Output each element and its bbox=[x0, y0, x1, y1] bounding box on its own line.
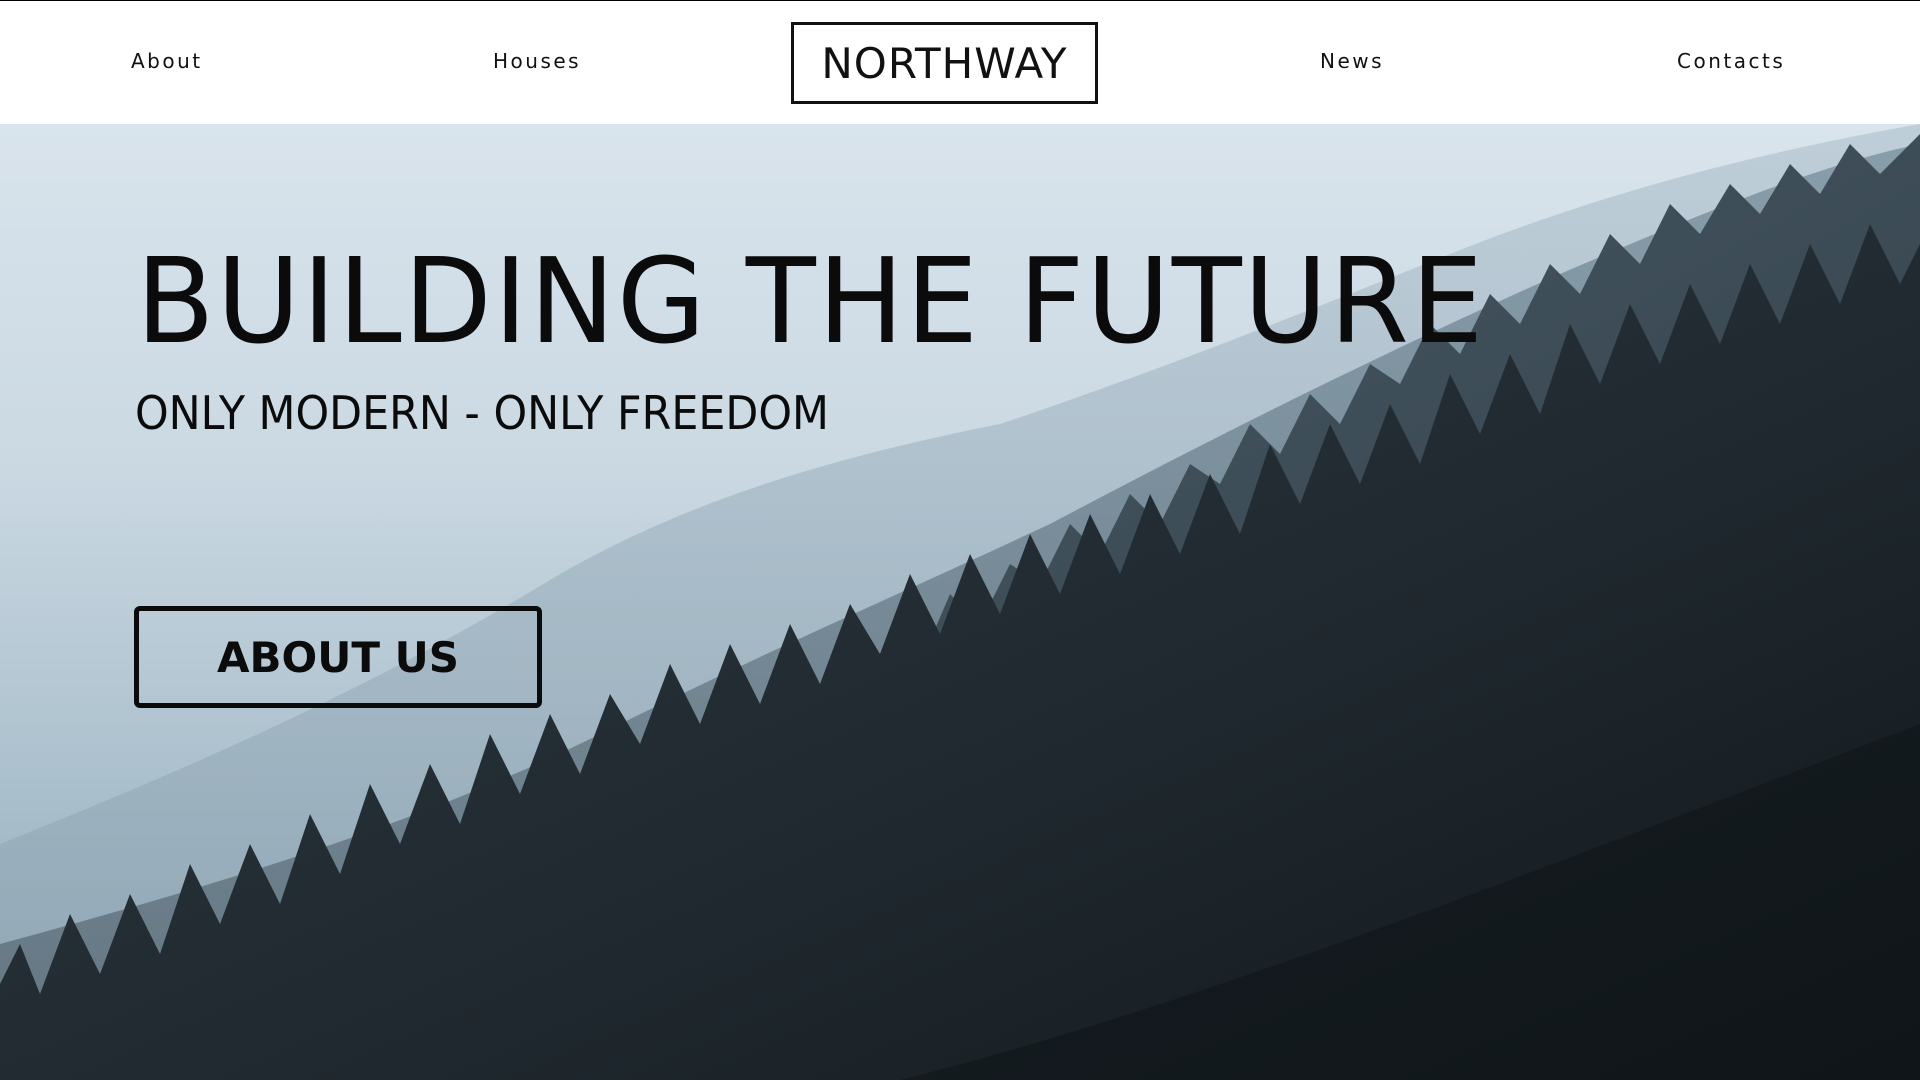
nav-link-news[interactable]: News bbox=[1320, 51, 1384, 71]
nav-link-contacts[interactable]: Contacts bbox=[1677, 51, 1785, 71]
hero-subtitle: ONLY MODERN - ONLY FREEDOM bbox=[135, 386, 829, 440]
nav-link-houses[interactable]: Houses bbox=[493, 51, 581, 71]
hero-section: BUILDING THE FUTURE ONLY MODERN - ONLY F… bbox=[0, 124, 1920, 1080]
about-us-button[interactable]: ABOUT US bbox=[134, 606, 542, 708]
site-header: About Houses NORTHWAY News Contacts bbox=[0, 0, 1920, 124]
site-logo[interactable]: NORTHWAY bbox=[791, 22, 1098, 104]
hero-title: BUILDING THE FUTURE bbox=[136, 232, 1486, 370]
nav-link-about[interactable]: About bbox=[131, 51, 203, 71]
page: About Houses NORTHWAY News Contacts BUIL… bbox=[0, 0, 1920, 1080]
